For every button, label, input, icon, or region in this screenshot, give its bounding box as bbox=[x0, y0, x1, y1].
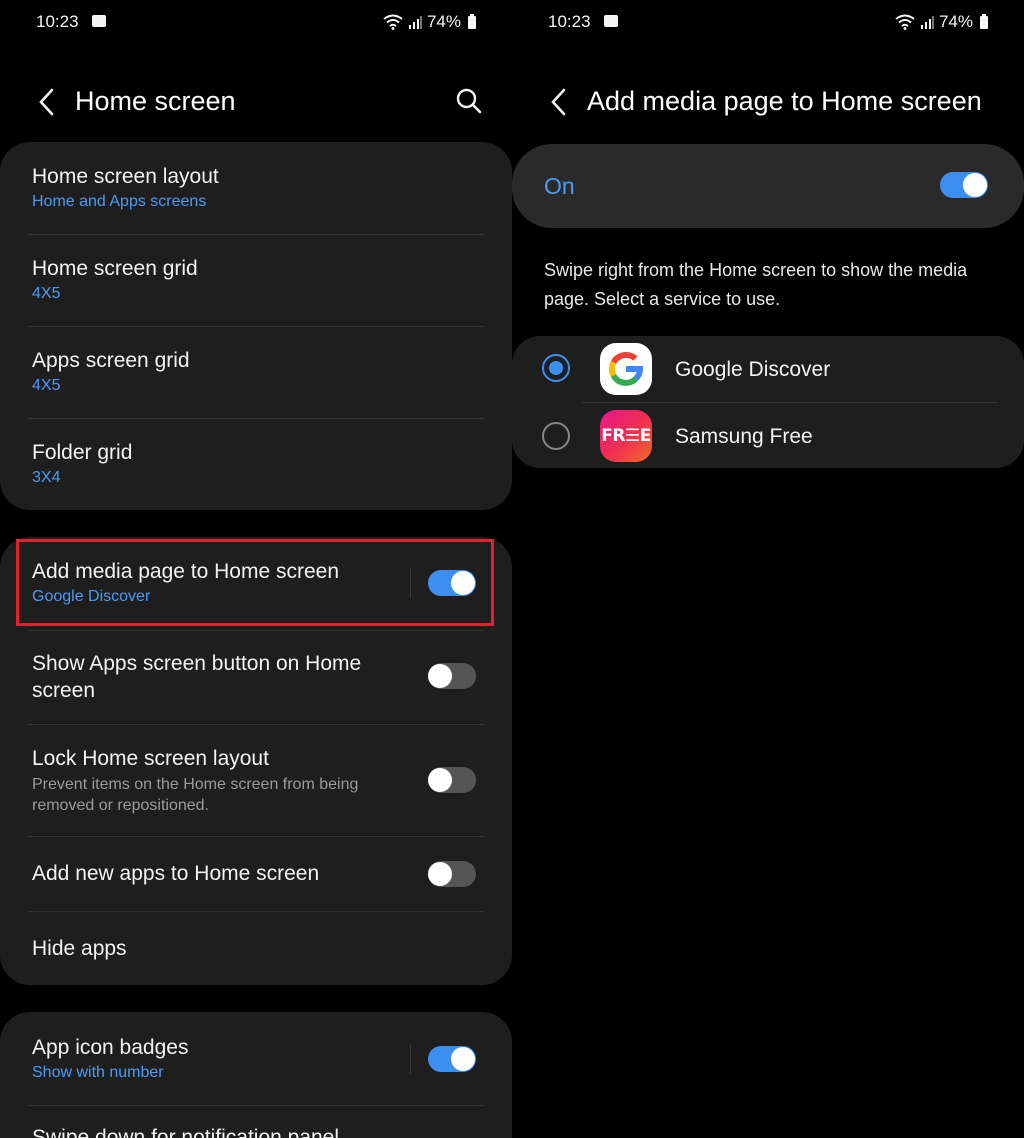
item-value: 4X5 bbox=[32, 377, 61, 394]
signal-icon bbox=[920, 16, 934, 29]
app-bar: Home screen bbox=[0, 80, 512, 124]
app-bar: Add media page to Home screen bbox=[512, 80, 1024, 124]
item-value: Home and Apps screens bbox=[32, 193, 207, 210]
item-label: Lock Home screen layout bbox=[32, 747, 269, 770]
page-title: Add media page to Home screen bbox=[587, 86, 982, 116]
wifi-icon bbox=[383, 14, 403, 30]
folder-grid-item[interactable]: Folder grid 3X4 bbox=[32, 439, 482, 488]
show-apps-button-toggle[interactable] bbox=[428, 663, 476, 689]
app-icon-badges-toggle[interactable] bbox=[428, 1046, 476, 1072]
image-notification-icon bbox=[92, 15, 106, 27]
item-description: Prevent items on the Home screen from be… bbox=[32, 776, 359, 814]
master-switch-toggle[interactable] bbox=[940, 172, 988, 198]
explanation-text: Swipe right from the Home screen to show… bbox=[544, 260, 968, 309]
divider bbox=[28, 724, 484, 725]
item-label: Show Apps screen button on Home screen bbox=[32, 652, 362, 702]
item-label: App icon badges bbox=[32, 1036, 189, 1059]
status-bar: 10:23 74% bbox=[548, 12, 988, 34]
item-label: Add new apps to Home screen bbox=[32, 862, 320, 885]
samsung-free-icon: FR☰E bbox=[600, 410, 652, 462]
item-value: 3X4 bbox=[32, 469, 61, 486]
signal-icon bbox=[408, 16, 422, 29]
item-label: Swipe down for notification panel bbox=[32, 1126, 340, 1138]
apps-screen-grid-item[interactable]: Apps screen grid 4X5 bbox=[32, 347, 482, 396]
toggle-knob bbox=[428, 664, 452, 688]
item-value: Show with number bbox=[32, 1064, 164, 1081]
toggle-knob bbox=[451, 1047, 475, 1071]
home-screen-layout-item[interactable]: Home screen layout Home and Apps screens bbox=[32, 163, 482, 212]
vertical-separator bbox=[410, 1044, 411, 1074]
master-switch-label: On bbox=[544, 173, 575, 199]
divider bbox=[28, 911, 484, 912]
samsung-free-radio[interactable] bbox=[542, 422, 570, 450]
home-screen-grid-item[interactable]: Home screen grid 4X5 bbox=[32, 255, 482, 304]
battery-percent: 74% bbox=[426, 12, 461, 31]
back-arrow-icon[interactable] bbox=[34, 85, 64, 119]
app-icon-badges-item[interactable]: App icon badges Show with number bbox=[32, 1034, 402, 1083]
swipe-down-notification-item[interactable]: Swipe down for notification panel bbox=[32, 1124, 482, 1138]
wifi-icon bbox=[895, 14, 915, 30]
lock-layout-toggle[interactable] bbox=[428, 767, 476, 793]
toggle-knob bbox=[428, 768, 452, 792]
samsung-free-label[interactable]: Samsung Free bbox=[675, 425, 813, 449]
google-discover-radio[interactable] bbox=[542, 354, 570, 382]
lock-layout-item[interactable]: Lock Home screen layout Prevent items on… bbox=[32, 745, 402, 816]
item-label: Home screen grid bbox=[32, 257, 198, 280]
divider bbox=[28, 234, 484, 235]
samsung-free-icon-text: FR☰E bbox=[601, 426, 651, 446]
service-list-card: Google Discover FR☰E Samsung Free bbox=[512, 336, 1024, 468]
status-time: 10:23 bbox=[548, 12, 591, 31]
battery-icon bbox=[980, 13, 988, 29]
divider bbox=[28, 630, 484, 631]
battery-icon bbox=[468, 13, 476, 29]
hide-apps-item[interactable]: Hide apps bbox=[32, 935, 482, 962]
back-arrow-icon[interactable] bbox=[546, 85, 576, 119]
search-icon[interactable] bbox=[454, 86, 484, 116]
google-discover-label[interactable]: Google Discover bbox=[675, 358, 830, 382]
divider bbox=[582, 402, 998, 403]
divider bbox=[28, 1105, 484, 1106]
show-apps-button-item[interactable]: Show Apps screen button on Home screen bbox=[32, 650, 402, 704]
page-title: Home screen bbox=[75, 86, 236, 116]
status-bar: 10:23 74% bbox=[36, 12, 476, 34]
google-g-icon bbox=[600, 343, 652, 395]
toggle-knob bbox=[963, 173, 987, 197]
image-notification-icon bbox=[604, 15, 618, 27]
item-label: Apps screen grid bbox=[32, 349, 190, 372]
item-label: Folder grid bbox=[32, 441, 133, 464]
item-label: Hide apps bbox=[32, 937, 127, 960]
badges-card: App icon badges Show with number Swipe d… bbox=[0, 1012, 512, 1138]
layout-settings-card: Home screen layout Home and Apps screens… bbox=[0, 142, 512, 510]
add-new-apps-item[interactable]: Add new apps to Home screen bbox=[32, 860, 402, 887]
divider bbox=[28, 418, 484, 419]
add-new-apps-toggle[interactable] bbox=[428, 861, 476, 887]
toggle-knob bbox=[428, 862, 452, 886]
status-time: 10:23 bbox=[36, 12, 79, 31]
master-switch-card[interactable]: On bbox=[512, 144, 1024, 228]
home-screen-settings: 10:23 74% Home screen Home screen layout… bbox=[0, 0, 512, 1138]
divider bbox=[28, 836, 484, 837]
media-page-settings: 10:23 74% Add media page to Home screen … bbox=[512, 0, 1024, 1138]
item-value: 4X5 bbox=[32, 285, 61, 302]
item-label: Home screen layout bbox=[32, 165, 219, 188]
battery-percent: 74% bbox=[938, 12, 973, 31]
divider bbox=[28, 326, 484, 327]
highlight-box bbox=[16, 539, 494, 626]
